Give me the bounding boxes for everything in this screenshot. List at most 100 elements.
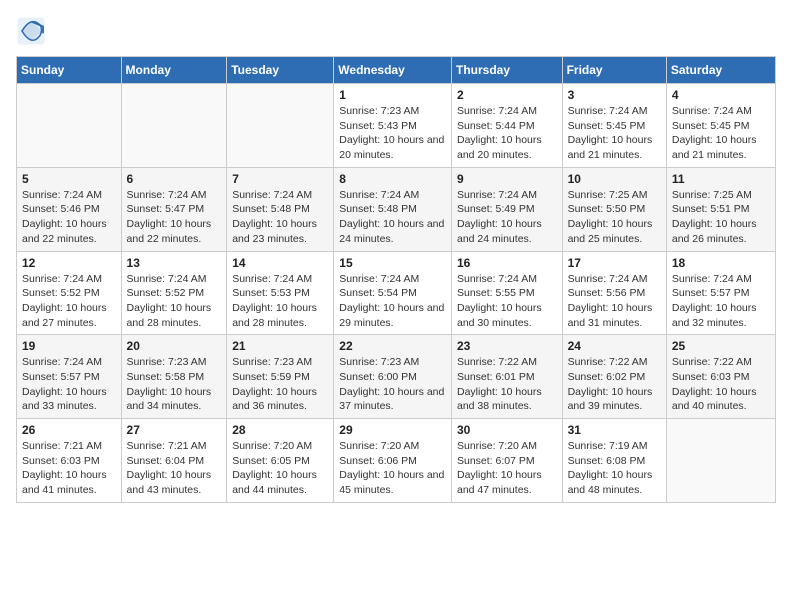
day-number: 1 [339, 88, 446, 102]
day-info: Sunrise: 7:24 AMSunset: 5:52 PMDaylight:… [22, 272, 116, 331]
day-info: Sunrise: 7:24 AMSunset: 5:44 PMDaylight:… [457, 104, 557, 163]
day-info: Sunrise: 7:22 AMSunset: 6:02 PMDaylight:… [568, 355, 661, 414]
day-number: 3 [568, 88, 661, 102]
day-info: Sunrise: 7:24 AMSunset: 5:53 PMDaylight:… [232, 272, 328, 331]
calendar-cell: 27 Sunrise: 7:21 AMSunset: 6:04 PMDayligh… [121, 419, 227, 503]
calendar-week-row: 12 Sunrise: 7:24 AMSunset: 5:52 PMDayligh… [17, 251, 776, 335]
calendar-cell: 28 Sunrise: 7:20 AMSunset: 6:05 PMDayligh… [227, 419, 334, 503]
logo [16, 16, 48, 46]
day-info: Sunrise: 7:21 AMSunset: 6:03 PMDaylight:… [22, 439, 116, 498]
day-number: 26 [22, 423, 116, 437]
day-number: 24 [568, 339, 661, 353]
calendar-week-row: 5Sunrise: 7:24 AMSunset: 5:46 PMDaylight… [17, 167, 776, 251]
calendar-header-row: SundayMondayTuesdayWednesdayThursdayFrid… [17, 57, 776, 84]
calendar-week-row: 19 Sunrise: 7:24 AMSunset: 5:57 PMDayligh… [17, 335, 776, 419]
day-number: 13 [127, 256, 222, 270]
day-info: Sunrise: 7:24 AMSunset: 5:54 PMDaylight:… [339, 272, 446, 331]
day-info: Sunrise: 7:20 AMSunset: 6:07 PMDaylight:… [457, 439, 557, 498]
day-number: 14 [232, 256, 328, 270]
calendar-cell: 24 Sunrise: 7:22 AMSunset: 6:02 PMDayligh… [562, 335, 666, 419]
calendar-cell: 2 Sunrise: 7:24 AMSunset: 5:44 PMDaylight… [451, 84, 562, 168]
day-info: Sunrise: 7:22 AMSunset: 6:01 PMDaylight:… [457, 355, 557, 414]
calendar-cell: 15 Sunrise: 7:24 AMSunset: 5:54 PMDayligh… [334, 251, 452, 335]
calendar-day-header: Friday [562, 57, 666, 84]
day-info: Sunrise: 7:24 AMSunset: 5:56 PMDaylight:… [568, 272, 661, 331]
calendar-cell: 6Sunrise: 7:24 AMSunset: 5:47 PMDaylight… [121, 167, 227, 251]
calendar-cell [666, 419, 775, 503]
calendar-cell [227, 84, 334, 168]
calendar-cell: 13 Sunrise: 7:24 AMSunset: 5:52 PMDayligh… [121, 251, 227, 335]
calendar-cell: 21Sunrise: 7:23 AMSunset: 5:59 PMDayligh… [227, 335, 334, 419]
day-number: 7 [232, 172, 328, 186]
calendar-day-header: Thursday [451, 57, 562, 84]
day-info: Sunrise: 7:24 AMSunset: 5:52 PMDaylight:… [127, 272, 222, 331]
day-number: 30 [457, 423, 557, 437]
day-number: 5 [22, 172, 116, 186]
day-info: Sunrise: 7:24 AMSunset: 5:47 PMDaylight:… [127, 188, 222, 247]
calendar-week-row: 1 Sunrise: 7:23 AMSunset: 5:43 PMDaylight… [17, 84, 776, 168]
calendar-cell: 12 Sunrise: 7:24 AMSunset: 5:52 PMDayligh… [17, 251, 122, 335]
calendar-day-header: Wednesday [334, 57, 452, 84]
calendar-cell: 18Sunrise: 7:24 AMSunset: 5:57 PMDayligh… [666, 251, 775, 335]
day-number: 31 [568, 423, 661, 437]
day-info: Sunrise: 7:23 AMSunset: 5:58 PMDaylight:… [127, 355, 222, 414]
day-info: Sunrise: 7:20 AMSunset: 6:05 PMDaylight:… [232, 439, 328, 498]
calendar-cell: 29 Sunrise: 7:20 AMSunset: 6:06 PMDayligh… [334, 419, 452, 503]
day-number: 2 [457, 88, 557, 102]
day-number: 20 [127, 339, 222, 353]
day-number: 23 [457, 339, 557, 353]
day-info: Sunrise: 7:24 AMSunset: 5:57 PMDaylight:… [22, 355, 116, 414]
day-info: Sunrise: 7:20 AMSunset: 6:06 PMDaylight:… [339, 439, 446, 498]
day-info: Sunrise: 7:23 AMSunset: 5:43 PMDaylight:… [339, 104, 446, 163]
day-info: Sunrise: 7:25 AMSunset: 5:51 PMDaylight:… [672, 188, 770, 247]
calendar-day-header: Sunday [17, 57, 122, 84]
day-number: 9 [457, 172, 557, 186]
day-number: 27 [127, 423, 222, 437]
calendar-cell: 11 Sunrise: 7:25 AMSunset: 5:51 PMDayligh… [666, 167, 775, 251]
day-info: Sunrise: 7:22 AMSunset: 6:03 PMDaylight:… [672, 355, 770, 414]
calendar-cell [121, 84, 227, 168]
day-number: 29 [339, 423, 446, 437]
day-number: 12 [22, 256, 116, 270]
calendar-cell: 23 Sunrise: 7:22 AMSunset: 6:01 PMDayligh… [451, 335, 562, 419]
day-info: Sunrise: 7:24 AMSunset: 5:45 PMDaylight:… [672, 104, 770, 163]
calendar-cell: 8Sunrise: 7:24 AMSunset: 5:48 PMDaylight… [334, 167, 452, 251]
calendar-cell: 3 Sunrise: 7:24 AMSunset: 5:45 PMDaylight… [562, 84, 666, 168]
day-number: 4 [672, 88, 770, 102]
calendar-cell: 9 Sunrise: 7:24 AMSunset: 5:49 PMDaylight… [451, 167, 562, 251]
calendar-cell: 14 Sunrise: 7:24 AMSunset: 5:53 PMDayligh… [227, 251, 334, 335]
calendar-cell: 30 Sunrise: 7:20 AMSunset: 6:07 PMDayligh… [451, 419, 562, 503]
day-number: 15 [339, 256, 446, 270]
day-number: 18 [672, 256, 770, 270]
day-number: 16 [457, 256, 557, 270]
day-info: Sunrise: 7:24 AMSunset: 5:49 PMDaylight:… [457, 188, 557, 247]
day-info: Sunrise: 7:24 AMSunset: 5:48 PMDaylight:… [232, 188, 328, 247]
day-info: Sunrise: 7:21 AMSunset: 6:04 PMDaylight:… [127, 439, 222, 498]
day-info: Sunrise: 7:24 AMSunset: 5:48 PMDaylight:… [339, 188, 446, 247]
calendar-cell: 10Sunrise: 7:25 AMSunset: 5:50 PMDayligh… [562, 167, 666, 251]
calendar-week-row: 26 Sunrise: 7:21 AMSunset: 6:03 PMDayligh… [17, 419, 776, 503]
day-number: 11 [672, 172, 770, 186]
calendar-cell: 5Sunrise: 7:24 AMSunset: 5:46 PMDaylight… [17, 167, 122, 251]
calendar-cell: 22Sunrise: 7:23 AMSunset: 6:00 PMDayligh… [334, 335, 452, 419]
calendar-cell: 31 Sunrise: 7:19 AMSunset: 6:08 PMDayligh… [562, 419, 666, 503]
day-number: 19 [22, 339, 116, 353]
calendar-cell: 26 Sunrise: 7:21 AMSunset: 6:03 PMDayligh… [17, 419, 122, 503]
day-number: 28 [232, 423, 328, 437]
calendar-day-header: Tuesday [227, 57, 334, 84]
day-info: Sunrise: 7:24 AMSunset: 5:45 PMDaylight:… [568, 104, 661, 163]
calendar-table: SundayMondayTuesdayWednesdayThursdayFrid… [16, 56, 776, 503]
day-number: 17 [568, 256, 661, 270]
day-info: Sunrise: 7:23 AMSunset: 6:00 PMDaylight:… [339, 355, 446, 414]
calendar-cell: 19 Sunrise: 7:24 AMSunset: 5:57 PMDayligh… [17, 335, 122, 419]
page-header [16, 16, 776, 46]
day-info: Sunrise: 7:25 AMSunset: 5:50 PMDaylight:… [568, 188, 661, 247]
day-number: 25 [672, 339, 770, 353]
day-number: 21 [232, 339, 328, 353]
day-info: Sunrise: 7:19 AMSunset: 6:08 PMDaylight:… [568, 439, 661, 498]
calendar-cell: 7 Sunrise: 7:24 AMSunset: 5:48 PMDaylight… [227, 167, 334, 251]
calendar-cell: 4 Sunrise: 7:24 AMSunset: 5:45 PMDaylight… [666, 84, 775, 168]
calendar-cell [17, 84, 122, 168]
calendar-cell: 17 Sunrise: 7:24 AMSunset: 5:56 PMDayligh… [562, 251, 666, 335]
calendar-day-header: Saturday [666, 57, 775, 84]
